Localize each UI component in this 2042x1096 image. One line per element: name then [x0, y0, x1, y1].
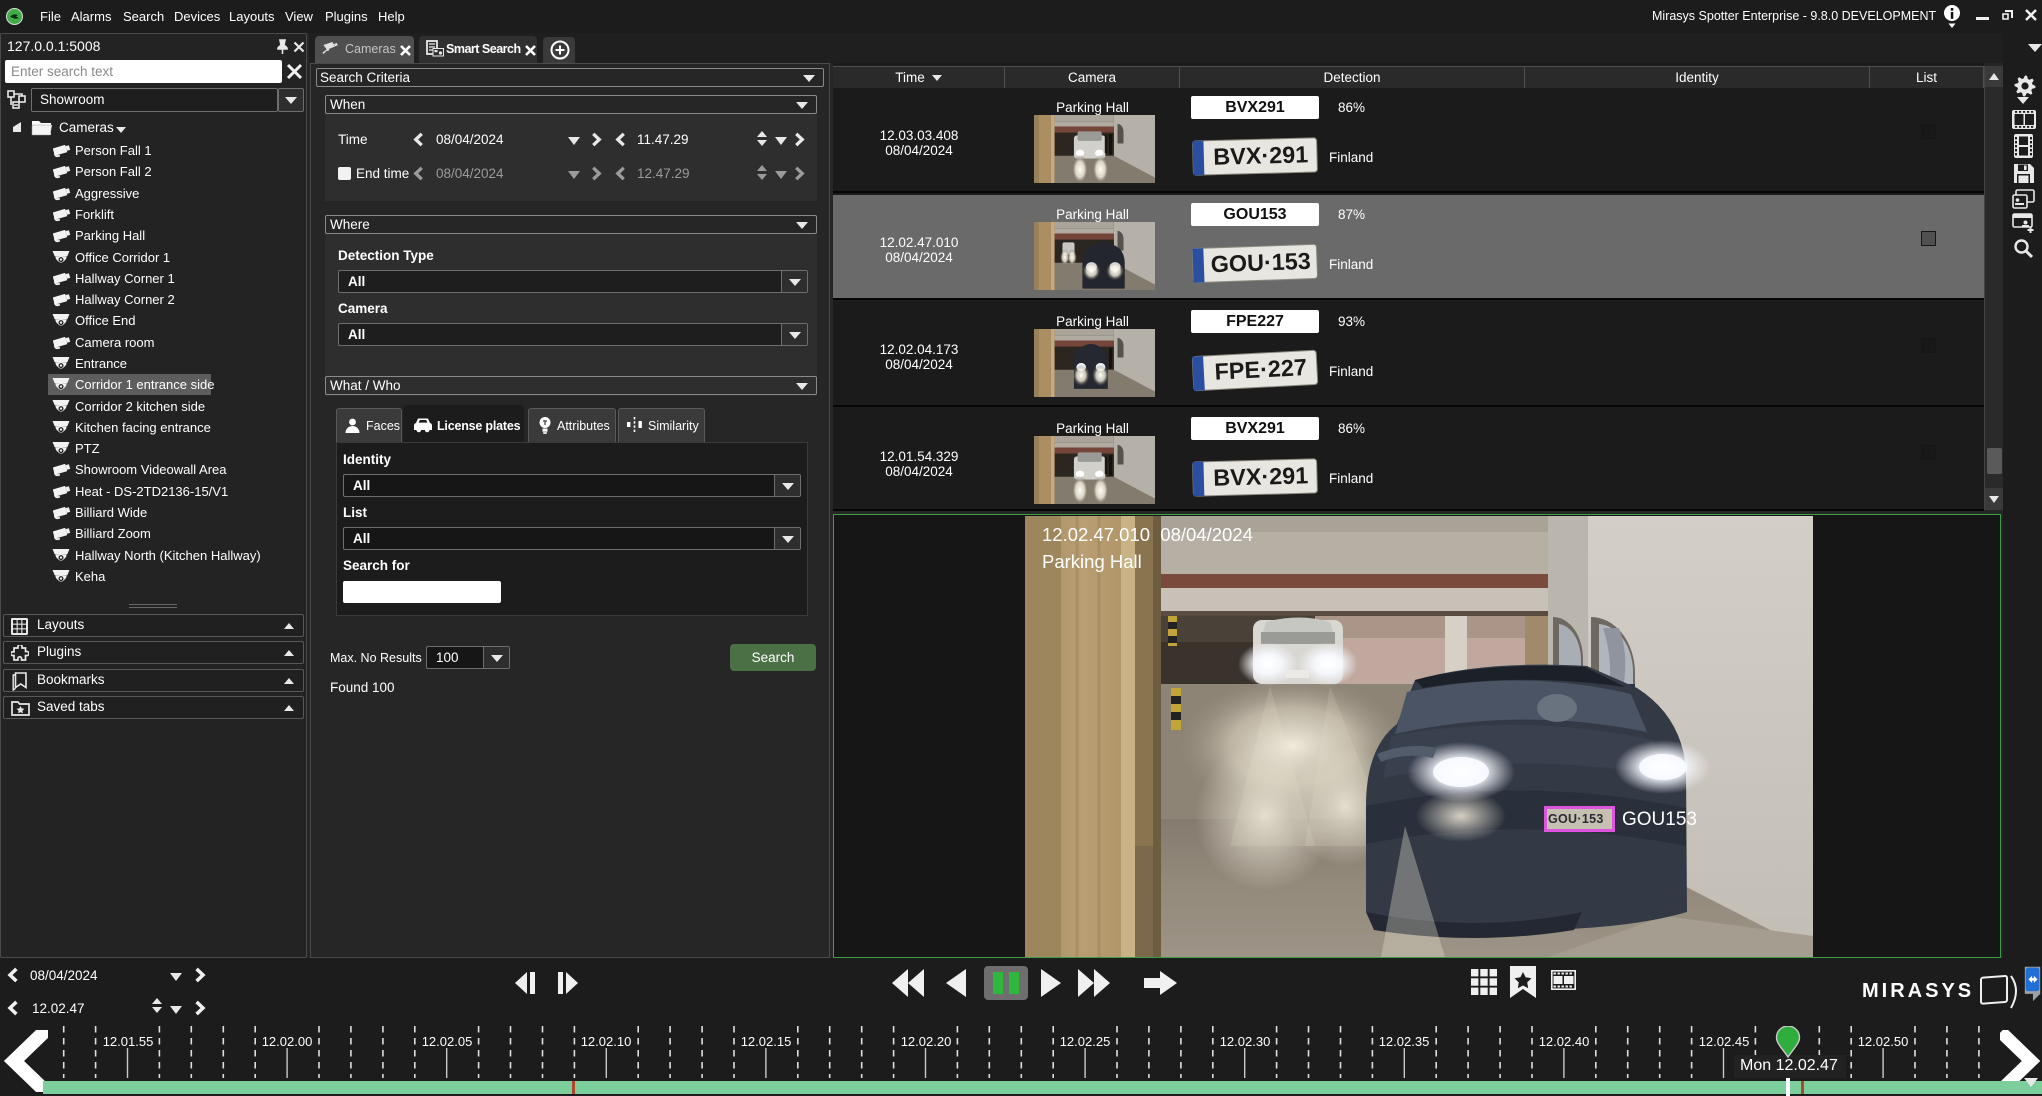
svg-text:GOU·153: GOU·153	[1210, 248, 1311, 277]
svg-text:FPE·227: FPE·227	[1214, 354, 1308, 385]
svg-text:BVX·291: BVX·291	[1213, 462, 1309, 490]
svg-text:BVX·291: BVX·291	[1213, 141, 1309, 169]
